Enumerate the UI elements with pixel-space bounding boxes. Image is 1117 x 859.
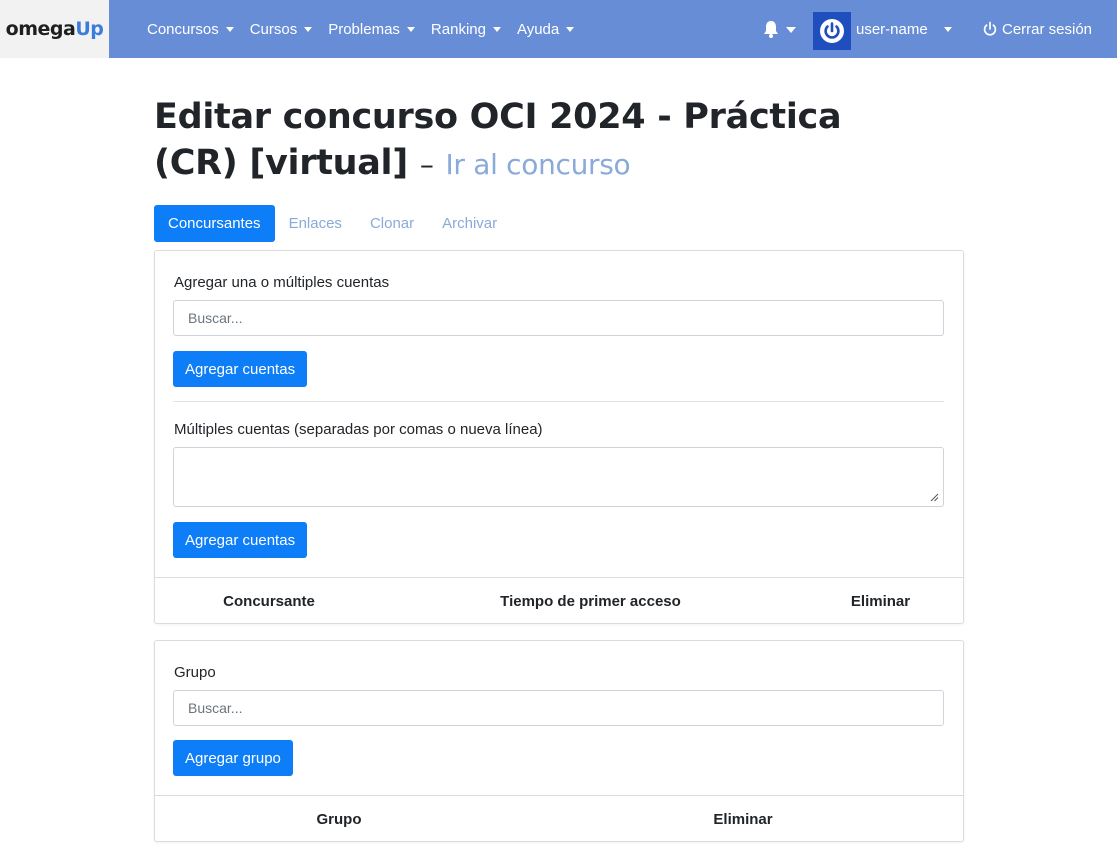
tab-archivar[interactable]: Archivar — [428, 205, 511, 242]
contestant-search-input[interactable] — [173, 300, 944, 336]
add-accounts-button[interactable]: Agregar cuentas — [173, 351, 308, 387]
nav-item-label: Concursos — [147, 20, 219, 38]
caret-down-icon — [943, 27, 952, 32]
notifications-menu[interactable] — [761, 18, 796, 40]
group-table-header: Grupo Eliminar — [155, 795, 963, 841]
contestants-card: Agregar una o múltiples cuentas Agregar … — [154, 250, 964, 624]
section-divider — [173, 401, 944, 402]
nav-item-label: Ayuda — [516, 20, 560, 38]
page-title: Editar concurso OCI 2024 - Práctica (CR)… — [154, 94, 914, 188]
main-nav-menu: Concursos Cursos Problemas Ranking Ayuda — [139, 0, 582, 58]
caret-down-icon — [492, 27, 501, 32]
group-search-input[interactable] — [173, 690, 944, 726]
column-header-contestant: Concursante — [223, 592, 315, 610]
nav-item-label: Ranking — [430, 20, 486, 38]
group-card: Grupo Agregar grupo Grupo Eliminar — [154, 640, 964, 842]
brand-logo[interactable]: omega Up — [0, 0, 109, 58]
top-navbar: omega Up Concursos Cursos Problemas Ranki… — [0, 0, 1117, 58]
group-label: Grupo — [174, 664, 216, 681]
brand-logo-part2: Up — [75, 18, 104, 40]
add-accounts-label: Agregar una o múltiples cuentas — [174, 274, 390, 291]
tab-clonar[interactable]: Clonar — [356, 205, 428, 242]
nav-item-label: Cursos — [249, 20, 298, 38]
multiple-accounts-textarea[interactable] — [173, 447, 944, 507]
column-header-delete: Eliminar — [850, 592, 911, 610]
add-multiple-accounts-button[interactable]: Agregar cuentas — [173, 522, 308, 558]
multiple-accounts-label: Múltiples cuentas (separadas por comas o… — [174, 421, 543, 438]
avatar[interactable] — [813, 12, 851, 50]
tab-concursantes[interactable]: Concursantes — [154, 205, 275, 242]
caret-down-icon — [304, 27, 313, 32]
nav-item-problemas[interactable]: Problemas — [328, 21, 415, 38]
bell-icon — [764, 21, 778, 38]
caret-down-icon — [225, 27, 234, 32]
edit-tabs: Concursantes Enlaces Clonar Archivar — [154, 205, 511, 242]
go-to-contest-link[interactable]: Ir al concurso — [445, 148, 630, 181]
title-separator: – — [419, 148, 434, 181]
user-menu[interactable]: user-name — [856, 0, 952, 58]
caret-down-icon — [566, 27, 575, 32]
power-icon — [983, 21, 997, 36]
tab-enlaces[interactable]: Enlaces — [275, 205, 356, 242]
resize-grip-icon[interactable] — [930, 493, 939, 502]
nav-item-cursos[interactable]: Cursos — [250, 21, 313, 38]
caret-down-icon — [406, 27, 415, 32]
nav-item-concursos[interactable]: Concursos — [147, 21, 234, 38]
power-icon — [820, 19, 844, 43]
brand-logo-part1: omega — [5, 18, 76, 40]
nav-item-ayuda[interactable]: Ayuda — [516, 20, 575, 38]
nav-item-label: Problemas — [328, 20, 400, 38]
user-name-label: user-name — [856, 20, 928, 38]
column-header-first-access: Tiempo de primer acceso — [500, 592, 681, 610]
column-header-delete: Eliminar — [713, 810, 773, 828]
add-group-button[interactable]: Agregar grupo — [173, 740, 293, 776]
caret-down-icon — [786, 26, 796, 33]
logout-link[interactable]: Cerrar sesión — [982, 0, 1092, 58]
logout-label: Cerrar sesión — [1002, 20, 1093, 38]
column-header-group: Grupo — [316, 810, 362, 828]
contestants-table-header: Concursante Tiempo de primer acceso Elim… — [155, 577, 963, 623]
nav-item-ranking[interactable]: Ranking — [431, 21, 501, 38]
